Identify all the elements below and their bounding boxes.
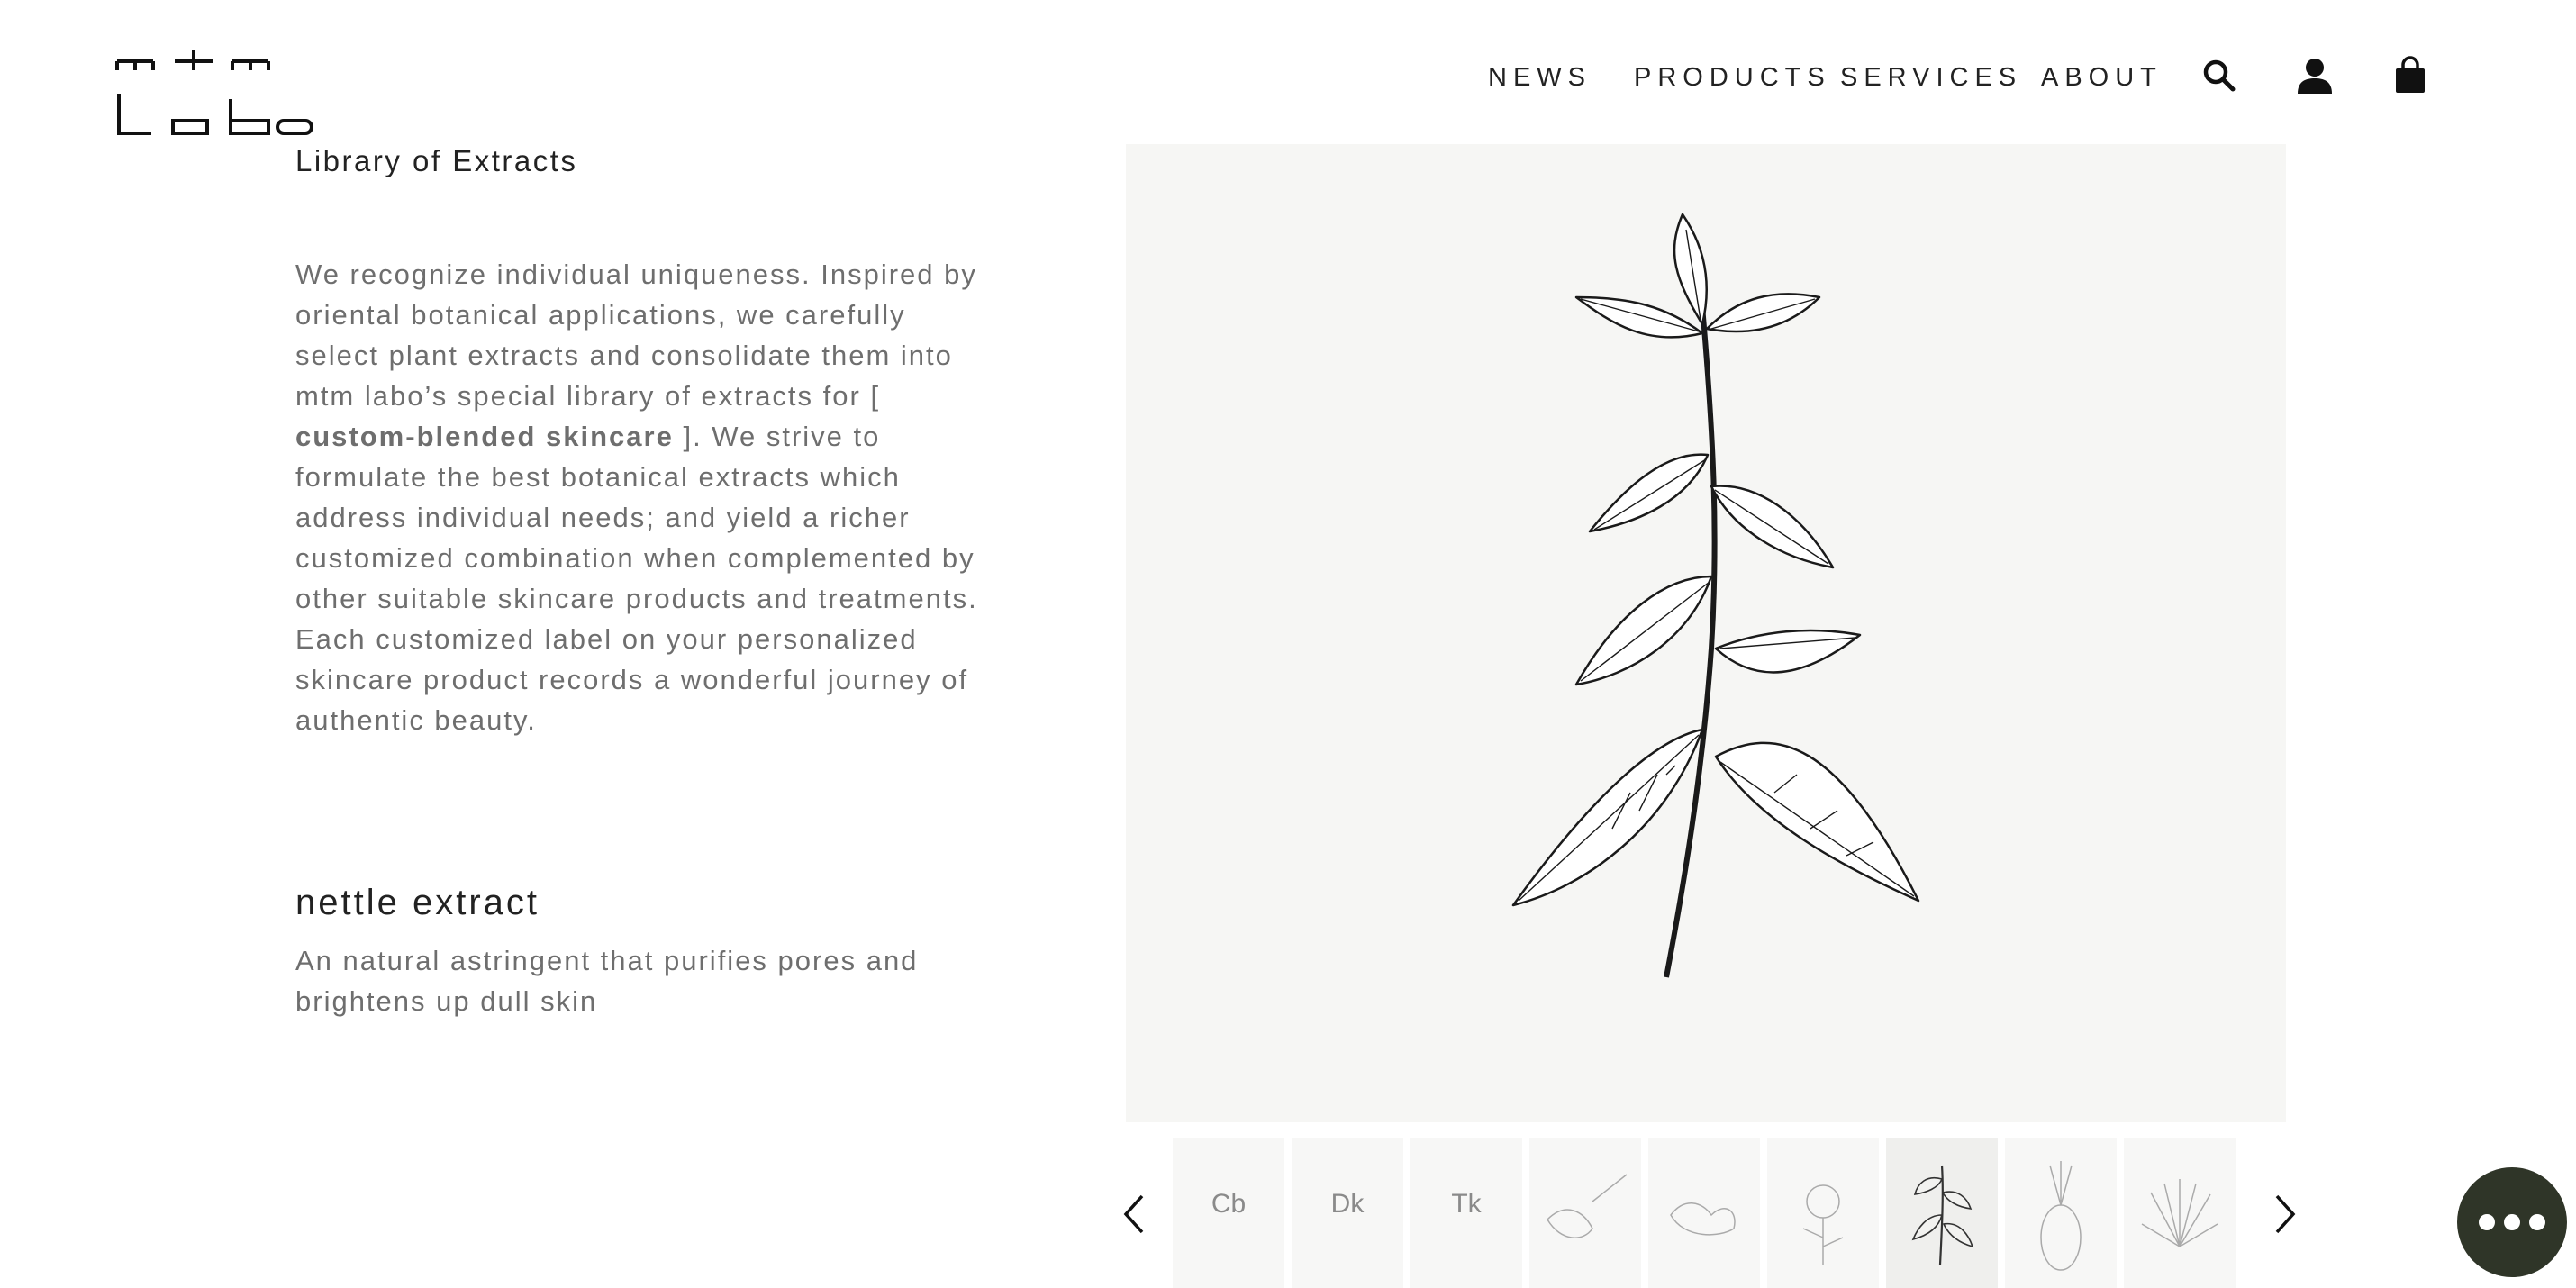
thumbnail-dk[interactable]: Dk: [1292, 1138, 1403, 1288]
carousel-prev-arrow[interactable]: [1117, 1189, 1153, 1239]
page: NEWS PRODUCTS SERVICES ABOUT Library of …: [0, 0, 2576, 1288]
pineapple-illustration-icon: [2040, 1161, 2082, 1271]
nav-services[interactable]: SERVICES: [1840, 63, 2022, 93]
nav-products[interactable]: PRODUCTS: [1634, 63, 1831, 93]
thumbnail-rose[interactable]: [1767, 1138, 1879, 1288]
chat-dot-icon: [2504, 1214, 2520, 1230]
ginger-illustration-icon: [1670, 1202, 1736, 1236]
thumbnail-cb[interactable]: Cb: [1173, 1138, 1284, 1288]
intro-text-1: We recognize individual uniqueness. Insp…: [295, 259, 977, 412]
carousel-next-arrow[interactable]: [2266, 1189, 2302, 1239]
thumbnail-nettle[interactable]: [1886, 1138, 1998, 1288]
extract-name: nettle extract: [295, 883, 540, 922]
thumbnail-ginger[interactable]: [1648, 1138, 1760, 1288]
chat-dot-icon: [2479, 1214, 2495, 1230]
extract-description: An natural astringent that purifies pore…: [295, 945, 919, 1017]
mtm-labo-logo[interactable]: [115, 49, 313, 137]
thumbnail-aloe[interactable]: [2124, 1138, 2236, 1288]
nav-about[interactable]: ABOUT: [2041, 63, 2163, 93]
section-title: Library of Extracts: [295, 144, 578, 177]
extract-illustration-panel: [1126, 144, 2286, 1122]
top-nav: NEWS PRODUCTS SERVICES ABOUT: [1315, 56, 2576, 99]
thumbnail-honey[interactable]: [1529, 1138, 1641, 1288]
thumbnail-tk[interactable]: Tk: [1410, 1138, 1522, 1288]
honey-illustration-icon: [1547, 1174, 1628, 1238]
account-icon[interactable]: [2295, 56, 2335, 95]
intro-paragraph: We recognize individual uniqueness. Insp…: [295, 254, 980, 740]
intro-text-2: ]. We strive to formulate the best botan…: [295, 421, 978, 736]
thumbnail-label: Dk: [1330, 1189, 1365, 1219]
aloe-illustration-icon: [2141, 1179, 2218, 1247]
nav-news[interactable]: NEWS: [1488, 63, 1592, 93]
thumbnail-label: Tk: [1451, 1189, 1482, 1219]
chat-button[interactable]: [2457, 1167, 2567, 1277]
thumbnail-pineapple[interactable]: [2005, 1138, 2117, 1288]
thumbnail-label: Cb: [1211, 1189, 1247, 1219]
nettle-illustration-icon: [1911, 1165, 1974, 1265]
nettle-illustration: [1511, 213, 1920, 978]
intro-bold-text: custom-blended skincare: [295, 421, 674, 452]
shopping-bag-icon[interactable]: [2390, 56, 2430, 95]
chat-dot-icon: [2529, 1214, 2545, 1230]
search-icon[interactable]: [2200, 56, 2239, 95]
rose-illustration-icon: [1802, 1184, 1844, 1265]
